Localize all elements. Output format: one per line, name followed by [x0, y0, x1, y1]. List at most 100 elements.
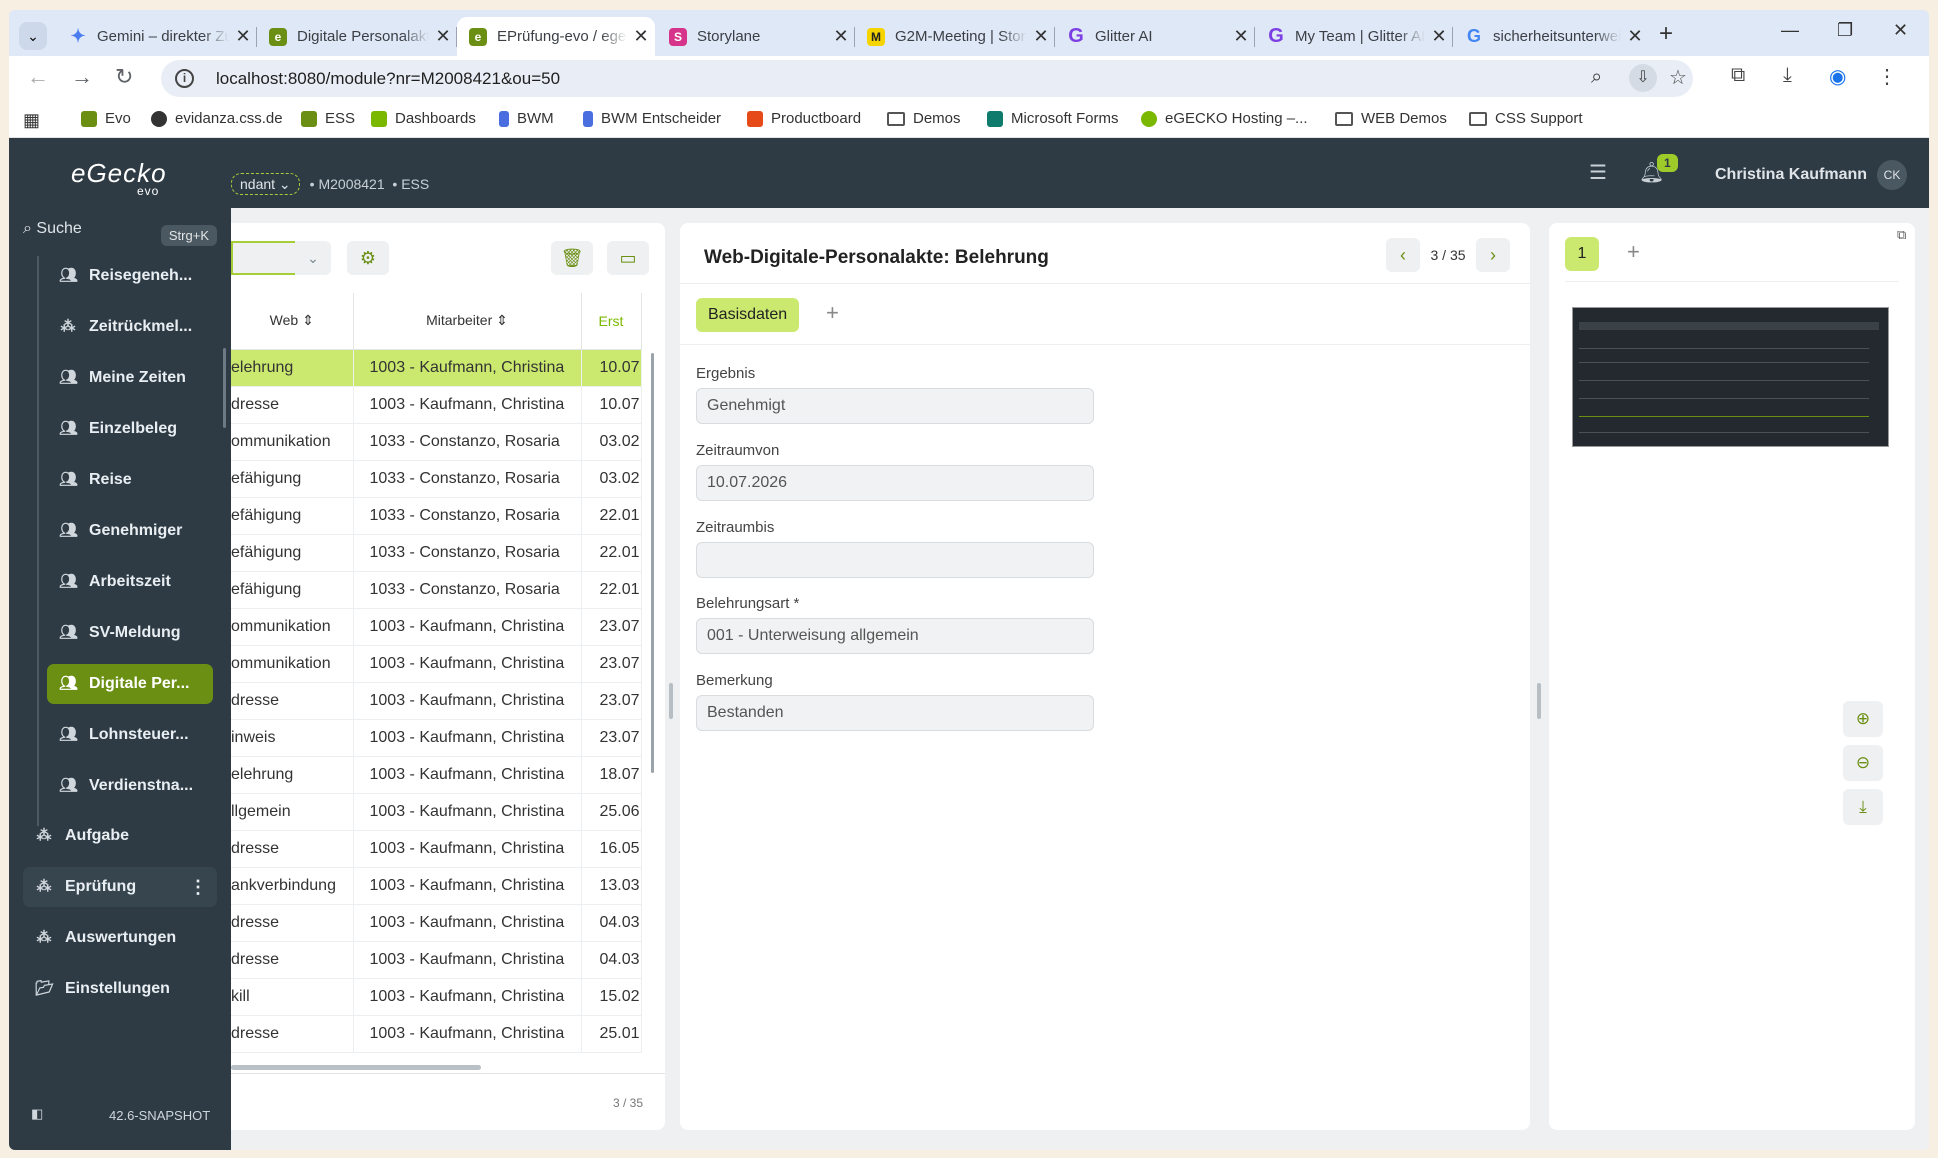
reload-icon[interactable]: ↻ — [115, 64, 133, 90]
bookmark-demos[interactable]: Demos — [887, 110, 961, 127]
list-horizontal-scrollbar[interactable] — [231, 1065, 481, 1070]
field-zeitraumvon[interactable]: 10.07.2026 — [696, 465, 1094, 501]
sidebar-item-verdienstnachweis[interactable]: 👥︎ Verdienstna... — [47, 766, 213, 806]
preview-tab[interactable]: 1 — [1565, 237, 1599, 271]
table-row[interactable]: dresse 1003 - Kaufmann, Christina 25.01 — [231, 1015, 642, 1053]
table-row[interactable]: dresse 1003 - Kaufmann, Christina 10.07 — [231, 386, 642, 424]
close-icon[interactable]: ✕ — [627, 26, 655, 47]
close-icon[interactable]: ✕ — [229, 26, 257, 47]
table-row[interactable]: ankverbindung 1003 - Kaufmann, Christina 1… — [231, 867, 642, 905]
avatar[interactable]: CK — [1877, 160, 1907, 190]
table-row[interactable]: dresse 1003 - Kaufmann, Christina 04.03 — [231, 941, 642, 979]
table-row[interactable]: elehrung 1003 - Kaufmann, Christina 10.07 — [231, 349, 642, 387]
sidebar-item-einzelbeleg[interactable]: 👥︎ Einzelbeleg — [47, 409, 213, 449]
list-vertical-scrollbar[interactable] — [651, 353, 654, 773]
tenant-pill[interactable]: ndant ⌄ — [231, 173, 300, 195]
browser-tab[interactable]: e Digitale Personalakte ✕ — [257, 17, 457, 56]
zoom-out-icon[interactable]: ⊖ — [1843, 745, 1883, 781]
restore-icon[interactable]: ❐ — [1837, 20, 1853, 41]
browser-tab-active[interactable]: eEPrüfung-evo / egecko✕ — [457, 17, 655, 56]
sidebar-item-auswertungen[interactable]: ⁂ Auswertungen — [23, 918, 217, 958]
back-icon[interactable]: ← — [27, 64, 49, 90]
table-row[interactable]: kill 1003 - Kaufmann, Christina 15.02 — [231, 978, 642, 1016]
chevron-left-icon[interactable]: ‹ — [1386, 238, 1420, 272]
more-vert-icon[interactable]: ⋮ — [189, 877, 207, 898]
table-row[interactable]: ommunikation 1003 - Kaufmann, Christina 23… — [231, 645, 642, 683]
bookmark-egecko-hosting[interactable]: eGECKO Hosting –... — [1141, 110, 1308, 127]
profile-icon[interactable]: ◉ — [1829, 64, 1846, 89]
bookmark-evo[interactable]: Evo — [81, 110, 131, 127]
table-row[interactable]: efähigung 1033 - Constanzo, Rosaria 03.02 — [231, 460, 642, 498]
bookmark-microsoft-forms[interactable]: Microsoft Forms — [987, 110, 1119, 127]
bookmark-ess[interactable]: ESS — [301, 110, 355, 127]
bookmark-bwm-entscheider[interactable]: BWM Entscheider — [583, 110, 721, 127]
browser-tab[interactable]: G My Team | Glitter AI ✕ — [1255, 17, 1453, 56]
add-preview-icon[interactable]: + — [1627, 239, 1640, 265]
user-name[interactable]: Christina Kaufmann — [1715, 166, 1867, 184]
field-bemerkung[interactable]: Bestanden — [696, 695, 1094, 731]
column-header-erst[interactable]: Erst — [581, 293, 642, 350]
table-row[interactable]: ommunikation 1033 - Constanzo, Rosaria 03.… — [231, 423, 642, 461]
column-header-web[interactable]: Web ⇕ — [231, 293, 354, 350]
resize-handle[interactable] — [669, 683, 673, 719]
bookmark-productboard[interactable]: Productboard — [747, 110, 861, 127]
sidebar-item-epruefung[interactable]: ⁂ Eprüfung ⋮ — [23, 867, 217, 907]
zoom-in-icon[interactable]: ⊕ — [1843, 701, 1883, 737]
download-icon[interactable]: ⤓ — [1783, 64, 1792, 87]
table-row[interactable]: dresse 1003 - Kaufmann, Christina 23.07 — [231, 682, 642, 720]
sidebar-scrollbar[interactable] — [223, 348, 226, 428]
install-icon[interactable]: ⇩ — [1629, 64, 1657, 92]
sidebar-item-meine-zeiten[interactable]: 👥︎ Meine Zeiten — [47, 358, 213, 398]
chevron-right-icon[interactable]: › — [1476, 238, 1510, 272]
add-tab-icon[interactable]: + — [826, 300, 839, 326]
close-icon[interactable]: ✕ — [827, 26, 855, 47]
breadcrumb-section[interactable]: ESS — [401, 176, 429, 192]
apps-icon[interactable]: ▦ — [23, 110, 40, 131]
close-icon[interactable]: ✕ — [1621, 26, 1649, 47]
sidebar-item-sv-meldung[interactable]: 👥︎ SV-Meldung — [47, 613, 213, 653]
sidebar-item-zeitrueckmeldung[interactable]: ⁂ Zeitrückmel... — [47, 307, 213, 347]
address-bar[interactable]: i localhost:8080/module?nr=M2008421&ou=5… — [161, 60, 1693, 97]
tab-basisdaten[interactable]: Basisdaten — [696, 298, 800, 332]
collapse-sidebar-icon[interactable]: ◧ — [31, 1106, 43, 1122]
table-row[interactable]: elehrung 1003 - Kaufmann, Christina 18.07 — [231, 756, 642, 794]
sidebar-item-reisegenehmigung[interactable]: 👥︎ Reisegeneh... — [47, 256, 213, 296]
extensions-icon[interactable]: ⧉ — [1731, 64, 1745, 87]
close-icon[interactable]: ✕ — [1027, 26, 1055, 47]
table-row[interactable]: inweis 1003 - Kaufmann, Christina 23.07 — [231, 719, 642, 757]
sidebar-item-digitale-personalakte[interactable]: 👥︎ Digitale Per... — [47, 664, 213, 704]
filter-settings-icon[interactable]: ⚙ — [347, 241, 389, 275]
chevron-down-icon[interactable]: ⌄ — [295, 241, 331, 275]
search-input[interactable]: ⌕ Suche Strg+K — [23, 220, 217, 254]
new-tab-icon[interactable]: + — [1659, 20, 1673, 48]
document-thumbnail[interactable] — [1572, 307, 1889, 447]
table-row[interactable]: efähigung 1033 - Constanzo, Rosaria 22.01 — [231, 497, 642, 535]
bookmark-bwm[interactable]: BWM — [499, 110, 554, 127]
sidebar-item-einstellungen[interactable]: 📂︎ Einstellungen — [23, 969, 217, 1009]
bookmark-web-demos[interactable]: WEB Demos — [1335, 110, 1447, 127]
browser-tab[interactable]: Gsicherheitsunterweisung✕ — [1453, 17, 1649, 56]
browser-tab[interactable]: ✦Gemini – direkter Zugang✕ — [57, 17, 257, 56]
table-row[interactable]: efähigung 1033 - Constanzo, Rosaria 22.01 — [231, 534, 642, 572]
list-view-icon[interactable]: ☰ — [1589, 160, 1607, 185]
menu-icon[interactable]: ⋮ — [1877, 64, 1897, 89]
sidebar-item-reise[interactable]: 👥︎ Reise — [47, 460, 213, 500]
sidebar-item-lohnsteuer[interactable]: 👥︎ Lohnsteuer... — [47, 715, 213, 755]
table-row[interactable]: dresse 1003 - Kaufmann, Christina 04.03 — [231, 904, 642, 942]
table-row[interactable]: efähigung 1033 - Constanzo, Rosaria 22.01 — [231, 571, 642, 609]
breadcrumb-module[interactable]: M2008421 — [318, 176, 384, 192]
browser-tab[interactable]: MG2M-Meeting | Storylane✕ — [855, 17, 1055, 56]
field-belehrungsart[interactable]: 001 - Unterweisung allgemein — [696, 618, 1094, 654]
bookmark-star-icon[interactable]: ☆ — [1669, 65, 1687, 90]
tab-search-icon[interactable]: ⌄ — [19, 22, 47, 50]
close-icon[interactable]: ✕ — [429, 26, 457, 47]
table-row[interactable]: ommunikation 1003 - Kaufmann, Christina 23… — [231, 608, 642, 646]
zoom-icon[interactable]: ⌕ — [1591, 66, 1602, 89]
field-zeitraumbis[interactable] — [696, 542, 1094, 578]
browser-tab[interactable]: G Glitter AI ✕ — [1055, 17, 1255, 56]
sidebar-item-aufgabe[interactable]: ⁂ Aufgabe — [23, 816, 217, 856]
browser-tab[interactable]: S Storylane ✕ — [657, 17, 855, 56]
resize-handle[interactable] — [1537, 683, 1541, 719]
bookmark-css-support[interactable]: CSS Support — [1469, 110, 1583, 127]
sidebar-item-genehmiger[interactable]: 👥︎ Genehmiger — [47, 511, 213, 551]
